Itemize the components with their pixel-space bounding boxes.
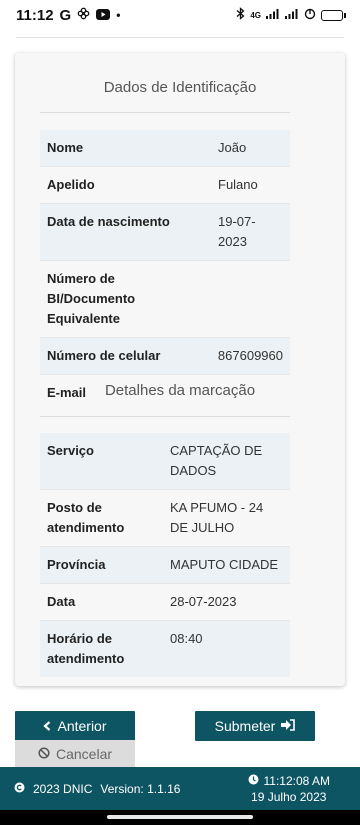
status-bar-right: 4G [236,7,346,23]
appointment-title: Detalhes da marcação [104,382,256,399]
signal-icon [266,8,280,22]
row-value [211,261,290,337]
footer-left: 2023 DNIC Version: 1.1.16 [14,782,180,796]
previous-button-label: Anterior [57,718,107,734]
table-row: Número de BI/Documento Equivalente [40,261,290,338]
home-gesture-handle[interactable] [107,815,253,819]
row-value: 28-07-2023 [170,594,237,609]
row-label: Nome [47,140,84,155]
copyright-icon [14,782,25,796]
sign-in-icon [281,718,296,734]
table-row: Data de nascimento 19-07-2023 [40,204,290,261]
identification-divider [40,112,290,113]
row-label: Horário de atendimento [47,631,125,666]
row-label: Apelido [47,177,95,192]
table-row: Serviço CAPTAÇÃO DE DADOS [40,433,290,490]
footer-time: 11:12:08 AM [263,773,331,788]
ban-icon [38,746,50,762]
navigation-bar [0,810,360,825]
footer-time-row: 11:12:08 AM [248,773,331,789]
row-value: CAPTAÇÃO DE DADOS [170,443,263,478]
identification-table: Nome João Apelido Fulano Data de nascime… [40,130,290,411]
appointment-divider [40,416,290,417]
submit-button[interactable]: Submeter [195,711,315,741]
table-row: Apelido Fulano [40,167,290,204]
status-bar: 11:12 G • 4G [0,0,360,30]
cancel-button-label: Cancelar [55,746,113,762]
identification-title: Dados de Identificação [103,79,257,96]
footer: 2023 DNIC Version: 1.1.16 11:12:08 AM 19… [0,767,360,810]
row-label: Data de nascimento [47,214,170,229]
footer-version: Version: 1.1.16 [100,781,181,796]
cancel-button[interactable]: Cancelar [15,740,135,768]
footer-right: 11:12:08 AM 19 Julho 2023 [248,773,331,805]
row-value: MAPUTO CIDADE [170,557,279,572]
sync-icon [304,8,316,23]
row-label: Número de celular [47,348,161,363]
row-label: Data [47,594,76,609]
bluetooth-icon [236,7,245,23]
table-row: Posto de atendimento KA PFUMO - 24 DE JU… [40,490,290,547]
row-value: 867609960 [217,348,283,363]
top-area [0,30,360,52]
network-type: 4G [250,10,261,20]
appointment-table: Serviço CAPTAÇÃO DE DADOS Posto de atend… [40,433,290,677]
table-row: Data 28-07-2023 [40,584,290,621]
status-bar-left: 11:12 G • [16,7,120,24]
row-value: 19-07-2023 [218,214,256,249]
row-label: Província [47,557,106,572]
clock-icon [248,773,259,789]
chevron-left-icon [43,718,51,734]
submit-button-label: Submeter [214,718,276,734]
status-time: 11:12 [16,6,54,24]
footer-copyright: 2023 DNIC [33,781,93,796]
row-label: Serviço [47,443,94,458]
google-icon: G [59,6,72,24]
table-row: Província MAPUTO CIDADE [40,547,290,584]
table-row: Número de celular 867609960 [40,338,290,375]
row-label: Número de BI/Documento Equivalente [47,271,136,326]
battery-icon [321,9,346,21]
youtube-icon [96,7,111,24]
footer-date: 19 Julho 2023 [251,789,327,804]
summary-card: Dados de Identificação Nome João Apelido… [15,53,345,686]
signal-icon-2 [285,8,299,22]
row-value: Fulano [218,177,258,192]
row-value: KA PFUMO - 24 DE JULHO [170,500,264,535]
dot-icon: • [116,8,121,22]
table-row: Horário de atendimento 08:40 [40,621,290,677]
flower-icon [77,7,90,24]
row-label: Posto de atendimento [47,500,125,535]
row-value: João [218,140,247,155]
top-divider [16,37,344,38]
table-row: Nome João [40,130,290,167]
row-value: 08:40 [170,631,203,646]
previous-button[interactable]: Anterior [15,711,135,741]
